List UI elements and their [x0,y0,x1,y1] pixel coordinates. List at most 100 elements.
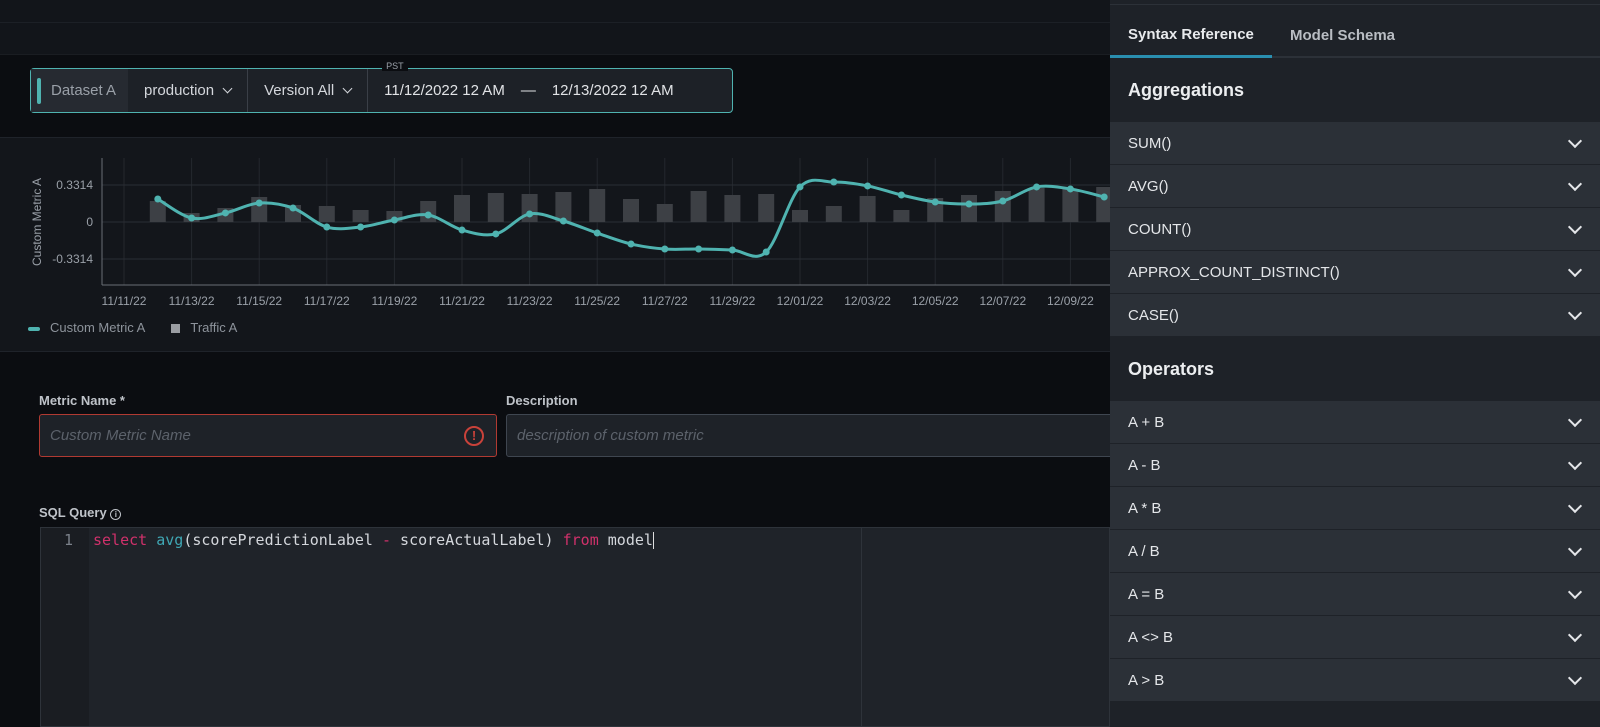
x-tick-label: 11/19/22 [371,294,417,308]
bar-swatch-icon [171,324,181,334]
version-value: Version All [264,82,335,99]
traffic-bar [656,204,673,222]
accordion-item[interactable]: A > B [1110,659,1600,702]
metric-point [221,209,229,217]
metric-point [526,210,534,218]
info-icon[interactable]: i [110,509,122,520]
section-operators: Operators [1128,358,1215,379]
dataset-label: Dataset A [31,69,129,112]
metric-point [492,230,500,238]
accordion-item[interactable]: CASE() [1110,294,1600,337]
environment-value: production [144,82,215,99]
x-tick-label: 11/23/22 [507,294,553,308]
accordion-item[interactable]: SUM() [1110,122,1600,165]
sql-editor[interactable]: 1 select avg(scorePredictionLabel - scor… [40,527,1110,727]
chevron-down-icon [1567,219,1583,234]
panel-tabs: Syntax Reference Model Schema [1110,5,1600,58]
traffic-bar [487,193,504,222]
accordion-item-label: A + B [1128,413,1165,431]
accordion-item[interactable]: A - B [1110,444,1600,487]
accordion-item[interactable]: A = B [1110,573,1600,616]
date-range-picker[interactable]: PST 11/12/2022 12 AM — 12/13/2022 12 AM [368,61,689,112]
x-tick-label: 11/25/22 [574,294,620,308]
start-date[interactable]: 11/12/2022 12 AM [384,82,505,99]
chevron-down-icon [1567,627,1583,642]
metric-chart: 0.3314 0 -0.3314 11/11/22 11/13/22 11/15/22 11… [30,158,1110,308]
metric-name-label: Metric Name * [39,393,125,408]
print-margin [861,528,862,726]
metric-point [864,182,872,190]
sql-code-line[interactable]: select avg(scorePredictionLabel - scoreA… [93,531,654,549]
metric-point [458,226,466,234]
accordion-item[interactable]: A + B [1110,401,1600,444]
traffic-bar [792,210,808,222]
version-select[interactable]: Version All [248,69,369,112]
metric-point [357,223,365,231]
x-tick-label: 11/27/22 [642,294,688,308]
metric-point [830,178,838,186]
tab-model-schema[interactable]: Model Schema [1272,27,1413,56]
code-token: (scorePredictionLabel [183,531,382,549]
chevron-down-icon [1567,498,1583,513]
accordion-item[interactable]: A / B [1110,530,1600,573]
accordion-item-label: A - B [1128,456,1161,474]
accordion-item[interactable]: A <> B [1110,616,1600,659]
date-separator: — [520,82,536,99]
end-date[interactable]: 12/13/2022 12 AM [552,82,674,99]
chevron-down-icon [222,83,233,93]
accordion-item[interactable]: A * B [1110,487,1600,530]
metric-point [627,240,635,248]
traffic-bar [623,199,639,222]
chart-legend: Custom Metric A Traffic A [28,320,237,335]
legend-item-traffic[interactable]: Traffic A [171,320,237,335]
y-tick-label: 0 [86,215,93,229]
metric-point [695,245,703,253]
metric-point [1100,193,1108,201]
traffic-bar [758,194,775,222]
accordion-item-label: A > B [1128,671,1165,689]
description-label: Description [506,393,578,408]
chevron-down-icon [1567,133,1583,148]
chevron-down-icon [1567,412,1583,427]
accordion-item-label: A * B [1128,499,1162,517]
metric-point [1033,183,1041,191]
metric-point [289,204,297,212]
text-cursor [652,532,654,549]
x-tick-label: 11/15/22 [236,294,282,308]
line-swatch-icon [28,326,40,331]
y-tick-label: 0.3314 [56,178,93,192]
accordion-item[interactable]: AVG() [1110,165,1600,208]
chevron-down-icon [1567,176,1583,191]
metric-point [323,223,331,231]
traffic-bar [893,210,910,222]
sql-query-label: SQL Query i [39,505,122,520]
accordion-item-label: SUM() [1128,134,1172,152]
accordion-item[interactable]: COUNT() [1110,208,1600,251]
chevron-down-icon [1567,455,1583,470]
chevron-down-icon [1567,584,1583,599]
traffic-bar [454,195,470,222]
traffic-bar [1062,189,1079,222]
x-tick-label: 11/17/22 [304,294,350,308]
metric-point [188,214,196,222]
description-placeholder: description of custom metric [517,427,704,444]
metric-point [999,197,1007,205]
legend-item-metric[interactable]: Custom Metric A [28,320,145,335]
legend-label: Custom Metric A [50,320,146,335]
description-input[interactable]: description of custom metric [506,414,1126,457]
tab-syntax-reference[interactable]: Syntax Reference [1110,26,1272,58]
sql-label-text: SQL Query [39,505,107,520]
chevron-down-icon [1567,305,1583,320]
accordion-item-label: CASE() [1128,306,1179,324]
metric-point [154,195,162,203]
x-tick-label: 12/01/22 [777,294,824,308]
environment-select[interactable]: production [128,69,249,112]
metric-point [931,198,939,206]
metric-point [390,216,398,224]
timezone-label: PST [382,61,408,71]
dataset-color-marker [37,77,41,104]
accordion-item[interactable]: APPROX_COUNT_DISTINCT() [1110,251,1600,294]
accordion-item-label: A <> B [1128,628,1174,646]
metric-name-input[interactable]: Custom Metric Name ! [39,414,497,457]
